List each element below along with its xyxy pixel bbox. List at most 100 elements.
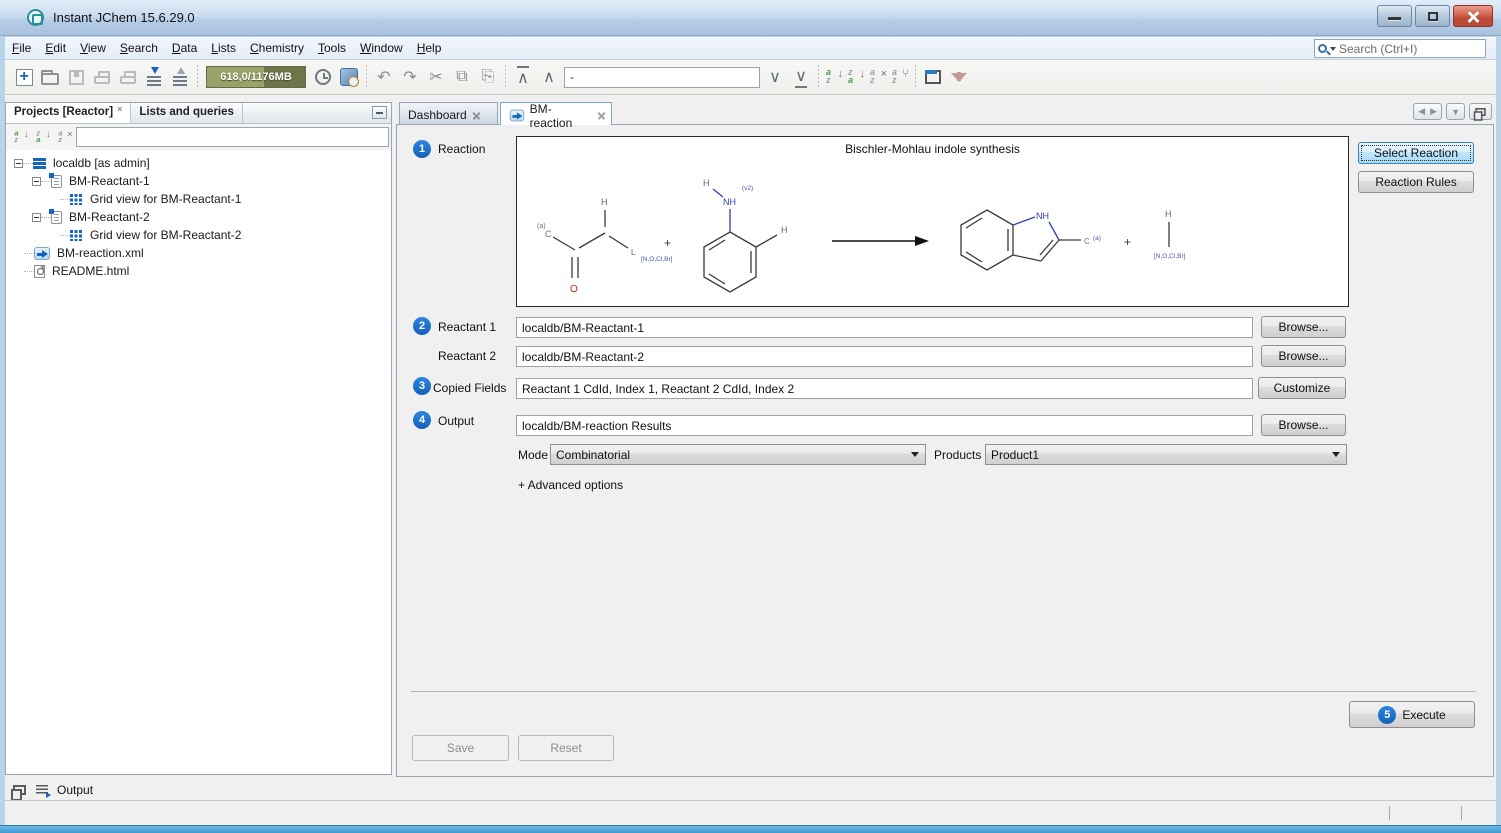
new-button[interactable]	[11, 64, 37, 90]
search-input[interactable]	[1339, 42, 1485, 56]
tree-item-grid-view-1[interactable]: Grid view for BM-Reactant-1	[6, 190, 391, 208]
menu-help[interactable]: Help	[410, 38, 449, 58]
print-preview-button[interactable]	[115, 64, 141, 90]
menu-lists[interactable]: Lists	[204, 38, 243, 58]
save-button[interactable]	[63, 64, 89, 90]
restore-windows-icon[interactable]	[13, 785, 26, 795]
customize-button[interactable]: Customize	[1258, 377, 1346, 399]
search-dropdown-icon[interactable]	[1330, 47, 1336, 51]
open-folder-icon	[41, 73, 59, 85]
menu-search[interactable]: Search	[113, 38, 165, 58]
reaction-scheme-panel[interactable]: Bischler-Mohlau indole synthesis (a)	[516, 136, 1349, 307]
undo-button[interactable]: ↶	[371, 64, 397, 90]
copy-button[interactable]: ⧉	[449, 64, 475, 90]
print-button[interactable]	[89, 64, 115, 90]
sort-descending-button[interactable]: za↓	[845, 66, 867, 88]
editor-panel: Dashboard BM-reaction ◀▶ ▼ 1 Reaction	[396, 102, 1494, 777]
tree-sort-ascending-button[interactable]: az↓	[12, 128, 31, 147]
status-bar	[5, 800, 1496, 825]
tree-filter-input[interactable]	[76, 127, 389, 147]
filter-button[interactable]	[946, 64, 972, 90]
collapse-handle-icon[interactable]	[32, 177, 41, 186]
cut-button[interactable]: ✂	[423, 64, 449, 90]
maximize-button[interactable]	[1415, 5, 1450, 27]
tab-dashboard-label: Dashboard	[408, 108, 467, 122]
reactant-1-field[interactable]	[516, 317, 1253, 338]
menu-file[interactable]: File	[5, 38, 38, 58]
open-button[interactable]	[37, 64, 63, 90]
menu-chemistry[interactable]: Chemistry	[243, 38, 311, 58]
down-arrow-icon: ∨	[769, 67, 781, 87]
tab-scroll-buttons[interactable]: ◀▶	[1413, 103, 1442, 120]
garbage-collect-button[interactable]	[310, 64, 336, 90]
close-button[interactable]	[1453, 5, 1493, 27]
menu-tools[interactable]: Tools	[311, 38, 353, 58]
tree-clear-sort-button[interactable]: az×	[56, 128, 75, 147]
menu-window[interactable]: Window	[353, 38, 410, 58]
previous-row-button[interactable]: ∧	[536, 64, 562, 90]
tab-dashboard[interactable]: Dashboard	[399, 102, 498, 124]
reactant-1-browse-button[interactable]: Browse...	[1261, 316, 1346, 338]
memory-indicator[interactable]: 618,0/1176MB	[206, 66, 306, 88]
clear-sort-button[interactable]: az×	[867, 66, 889, 88]
sort-ascending-button[interactable]: az↓	[823, 66, 845, 88]
tree-item-readme-html[interactable]: README.html	[6, 262, 391, 280]
global-search-box[interactable]	[1314, 39, 1486, 58]
paste-button[interactable]: ⎘	[475, 64, 501, 90]
products-combo[interactable]: Product1	[985, 444, 1347, 465]
row-selector-combo[interactable]: -	[564, 67, 760, 88]
first-row-button[interactable]: ∧	[510, 64, 536, 90]
tab-list-button[interactable]: ▼	[1446, 103, 1465, 120]
last-row-button[interactable]: ∨	[788, 64, 814, 90]
mode-combo[interactable]: Combinatorial	[550, 444, 926, 465]
reaction-scheme-drawing: (a) C H L [N,O,Cl,Br] O +	[517, 137, 1348, 306]
tree-item-localdb[interactable]: localdb [as admin]	[6, 154, 391, 172]
advanced-options-link[interactable]: + Advanced options	[518, 478, 623, 492]
app-logo-icon	[27, 9, 44, 26]
reset-button[interactable]: Reset	[518, 735, 614, 761]
bottom-arrow-icon: ∨	[795, 66, 807, 88]
tree-item-bm-reactant-2[interactable]: BM-Reactant-2	[6, 208, 391, 226]
reaction-rules-button[interactable]: Reaction Rules	[1358, 171, 1474, 193]
select-reaction-button[interactable]: Select Reaction	[1358, 142, 1474, 164]
tab-projects[interactable]: Projects [Reactor] ×	[6, 103, 131, 123]
redo-button[interactable]: ↷	[397, 64, 423, 90]
sort-options-button[interactable]: az⑂	[889, 66, 911, 88]
minimize-button[interactable]	[1377, 5, 1412, 27]
maximize-view-button[interactable]	[1469, 103, 1492, 120]
tab-close-icon[interactable]	[472, 111, 480, 119]
output-browse-button[interactable]: Browse...	[1261, 414, 1346, 436]
collapse-handle-icon[interactable]	[14, 159, 23, 168]
schema-editor-button[interactable]	[336, 64, 362, 90]
new-window-button[interactable]	[920, 64, 946, 90]
next-row-button[interactable]: ∨	[762, 64, 788, 90]
save-button[interactable]: Save	[412, 735, 509, 761]
copied-fields-field[interactable]	[516, 378, 1253, 399]
menu-view[interactable]: View	[73, 38, 113, 58]
tree-item-bm-reaction-xml[interactable]: BM-reaction.xml	[6, 244, 391, 262]
output-list-icon[interactable]	[36, 785, 48, 794]
tab-close-icon[interactable]: ×	[117, 104, 122, 123]
output-field[interactable]	[516, 415, 1253, 436]
reactant-2-field[interactable]	[516, 346, 1253, 367]
export-button[interactable]	[167, 64, 193, 90]
tab-lists-and-queries[interactable]: Lists and queries	[131, 103, 243, 123]
maximize-icon	[1428, 12, 1438, 21]
mode-label: Mode	[518, 448, 548, 462]
tree-sort-descending-button[interactable]: za↓	[34, 128, 53, 147]
title-bar[interactable]: Instant JChem 15.6.29.0	[0, 0, 1501, 36]
tab-bm-reaction[interactable]: BM-reaction	[500, 102, 612, 125]
tab-close-icon[interactable]	[597, 112, 605, 120]
menu-edit[interactable]: Edit	[38, 38, 73, 58]
tree-item-grid-view-2[interactable]: Grid view for BM-Reactant-2	[6, 226, 391, 244]
print-icon	[94, 76, 110, 84]
output-window-label[interactable]: Output	[57, 783, 93, 797]
menu-data[interactable]: Data	[165, 38, 204, 58]
import-button[interactable]	[141, 64, 167, 90]
tree-item-bm-reactant-1[interactable]: BM-Reactant-1	[6, 172, 391, 190]
up-arrow-icon: ∧	[543, 67, 555, 87]
execute-button[interactable]: 5 Execute	[1349, 701, 1475, 728]
reactant-2-browse-button[interactable]: Browse...	[1261, 345, 1346, 367]
panel-minimize-button[interactable]	[372, 106, 387, 119]
collapse-handle-icon[interactable]	[32, 213, 41, 222]
